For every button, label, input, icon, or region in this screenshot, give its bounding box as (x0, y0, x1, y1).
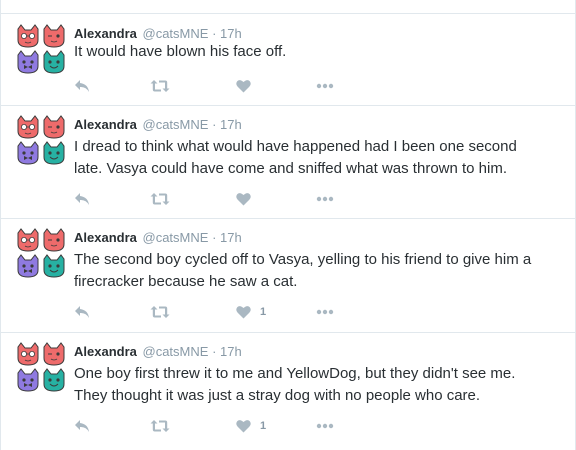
tweet-text-line: I dread to think what would have happene… (74, 138, 517, 155)
reply-button[interactable] (74, 189, 90, 209)
like-button[interactable] (236, 76, 260, 96)
tweet-text-line: The second boy cycled off to Vasya, yell… (74, 251, 532, 268)
tweet-text-line: It would have blown his face off. (74, 43, 287, 60)
like-button[interactable]: 1 (236, 416, 266, 436)
tweet-text: I dread to think what would have happene… (74, 136, 564, 180)
reply-icon (74, 305, 90, 319)
timestamp[interactable]: 17h (220, 26, 242, 41)
author-name[interactable]: Alexandra (74, 26, 137, 41)
reply-icon (74, 192, 90, 206)
heart-icon (236, 419, 251, 433)
tweet-header: Alexandra @catsMNE · 17h (74, 344, 242, 359)
cat-avatar-icon (17, 228, 65, 278)
author-handle[interactable]: @catsMNE (143, 344, 209, 359)
tweet-text-line: firecracker because he saw a cat. (74, 273, 298, 290)
tweet-text: One boy first threw it to me and YellowD… (74, 363, 564, 407)
separator-dot: · (212, 26, 217, 41)
tweet-text: The second boy cycled off to Vasya, yell… (74, 249, 564, 293)
timestamp[interactable]: 17h (220, 117, 242, 132)
retweet-button[interactable] (150, 302, 170, 322)
cat-avatar-icon (17, 342, 65, 392)
retweet-button[interactable] (150, 416, 170, 436)
retweet-icon (150, 192, 170, 206)
tweet[interactable]: Alexandra @catsMNE · 17h I dread to thin… (1, 106, 576, 219)
tweet[interactable]: Alexandra @catsMNE · 17h One boy first t… (1, 333, 576, 450)
reply-button[interactable] (74, 76, 90, 96)
more-dots-icon (316, 309, 334, 315)
tweet-text-line: late. Vasya could have come and sniffed … (74, 160, 508, 177)
retweet-button[interactable] (150, 76, 170, 96)
more-dots-icon (316, 196, 334, 202)
retweet-icon (150, 419, 170, 433)
separator-dot: · (212, 117, 217, 132)
avatar[interactable] (15, 342, 67, 394)
author-name[interactable]: Alexandra (74, 117, 137, 132)
heart-icon (236, 305, 251, 319)
tweet-actions: 1 (74, 416, 374, 436)
more-dots-icon (316, 423, 334, 429)
reply-button[interactable] (74, 302, 90, 322)
reply-icon (74, 79, 90, 93)
more-button[interactable] (316, 416, 334, 436)
timestamp[interactable]: 17h (220, 344, 242, 359)
like-button[interactable] (236, 189, 260, 209)
cat-avatar-icon (17, 24, 65, 74)
cat-avatar-icon (17, 115, 65, 165)
tweet-text-line: One boy first threw it to me and YellowD… (74, 365, 516, 382)
tweet-actions: 1 (74, 302, 374, 322)
like-count: 1 (260, 306, 267, 318)
heart-icon (236, 79, 251, 93)
tweet[interactable]: Alexandra @catsMNE · 17h The second boy … (1, 219, 576, 333)
author-handle[interactable]: @catsMNE (143, 230, 209, 245)
like-count: 1 (260, 420, 267, 432)
tweet-feed: Alexandra @catsMNE · 17h It would have b… (0, 0, 576, 450)
retweet-button[interactable] (150, 189, 170, 209)
more-button[interactable] (316, 302, 334, 322)
author-handle[interactable]: @catsMNE (143, 117, 209, 132)
avatar[interactable] (15, 228, 67, 280)
more-button[interactable] (316, 189, 334, 209)
retweet-icon (150, 305, 170, 319)
tweet-text: It would have blown his face off. (74, 41, 564, 63)
separator-dot: · (212, 230, 217, 245)
author-name[interactable]: Alexandra (74, 230, 137, 245)
tweet-header: Alexandra @catsMNE · 17h (74, 117, 242, 132)
retweet-icon (150, 79, 170, 93)
avatar[interactable] (15, 115, 67, 167)
tweet[interactable]: Alexandra @catsMNE · 17h It would have b… (1, 15, 576, 106)
tweet-actions (74, 189, 374, 209)
avatar[interactable] (15, 24, 67, 76)
tweet-header: Alexandra @catsMNE · 17h (74, 26, 242, 41)
tweet-actions (74, 76, 374, 96)
reply-icon (74, 419, 90, 433)
previous-tweet-edge (1, 0, 576, 14)
more-dots-icon (316, 83, 334, 89)
reply-button[interactable] (74, 416, 90, 436)
more-button[interactable] (316, 76, 334, 96)
author-name[interactable]: Alexandra (74, 344, 137, 359)
like-button[interactable]: 1 (236, 302, 266, 322)
heart-icon (236, 192, 251, 206)
tweet-header: Alexandra @catsMNE · 17h (74, 230, 242, 245)
tweet-text-line: They thought it was just a stray dog wit… (74, 387, 481, 404)
timestamp[interactable]: 17h (220, 230, 242, 245)
author-handle[interactable]: @catsMNE (143, 26, 209, 41)
separator-dot: · (212, 344, 217, 359)
